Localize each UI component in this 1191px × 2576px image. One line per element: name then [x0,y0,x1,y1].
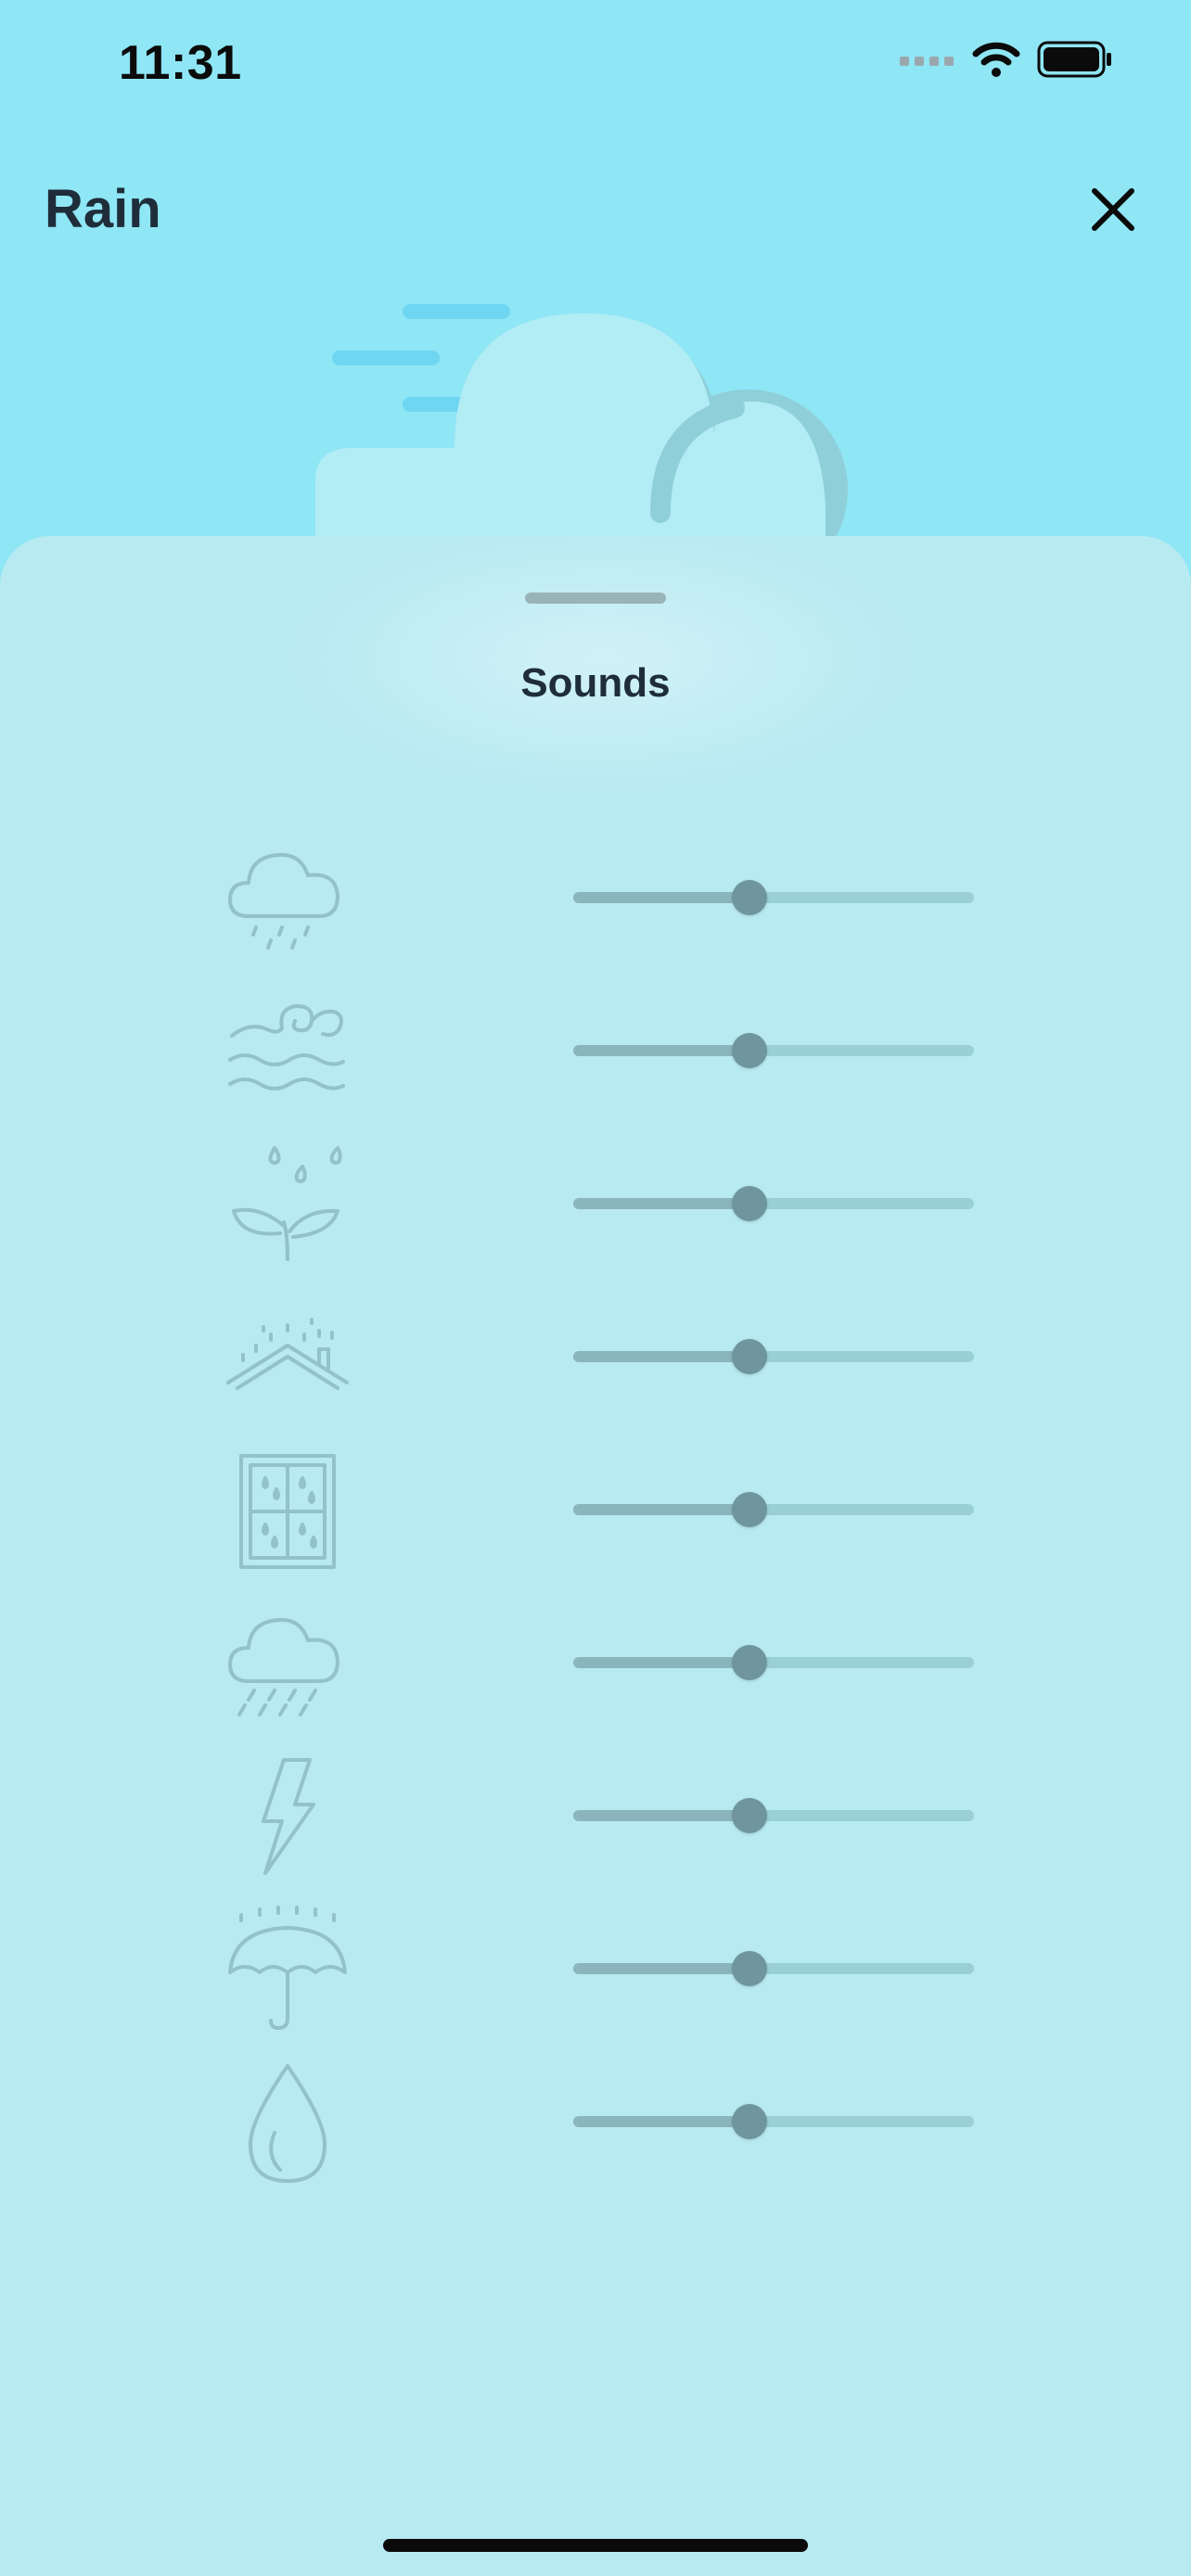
sound-row [0,1447,1191,1586]
light-rain-cloud-icon [228,852,339,950]
rain-on-leaves-icon [232,1146,342,1261]
volume-slider[interactable] [573,1186,974,1221]
slider-fill [573,1351,750,1362]
volume-slider[interactable] [573,2104,974,2139]
volume-slider[interactable] [573,1339,974,1374]
slider-fill [573,1963,750,1974]
lightning-icon [262,1758,315,1875]
slider-thumb[interactable] [732,1186,768,1221]
sound-row [0,1753,1191,1892]
home-indicator[interactable] [383,2539,808,2552]
slider-thumb[interactable] [732,2104,768,2139]
sound-row [0,1141,1191,1280]
heavy-rain-cloud-icon [228,1617,339,1716]
cloud-illustration [315,304,848,573]
sound-row [0,1600,1191,1739]
slider-thumb[interactable] [732,1951,768,1986]
slider-thumb[interactable] [732,1033,768,1068]
slider-fill [573,1810,750,1821]
volume-slider[interactable] [573,1951,974,1986]
sheet-title: Sounds [520,660,671,706]
signal-icon [900,57,954,66]
status-icons [900,41,1113,78]
sound-row [0,2059,1191,2198]
close-button[interactable] [1076,172,1150,247]
battery-icon [1037,41,1111,78]
status-bar: 11:31 [0,0,1191,139]
slider-thumb[interactable] [732,1339,768,1374]
rain-on-roof-icon [226,1318,349,1390]
wifi-icon [972,42,1020,77]
volume-slider[interactable] [573,1798,974,1833]
close-icon [1092,188,1134,231]
slider-thumb[interactable] [732,1798,768,1833]
page-title: Rain [45,179,161,239]
umbrella-rain-icon [228,1906,347,2030]
slider-thumb[interactable] [732,1492,768,1527]
slider-fill [573,892,750,903]
sound-row [0,1906,1191,2045]
slider-fill [573,2116,750,2127]
water-drop-icon [249,2064,327,2183]
sheet-drag-handle[interactable] [525,593,666,604]
slider-thumb[interactable] [732,1645,768,1680]
sound-row [0,835,1191,974]
slider-thumb[interactable] [732,880,768,915]
rain-on-window-icon [239,1454,336,1569]
sound-row [0,1294,1191,1433]
wind-waves-icon [228,1004,345,1090]
slider-fill [573,1657,750,1668]
slider-fill [573,1045,750,1056]
sound-row [0,988,1191,1127]
slider-fill [573,1504,750,1515]
volume-slider[interactable] [573,1033,974,1068]
status-time: 11:31 [119,36,242,90]
volume-slider[interactable] [573,1492,974,1527]
volume-slider[interactable] [573,880,974,915]
slider-fill [573,1198,750,1209]
volume-slider[interactable] [573,1645,974,1680]
